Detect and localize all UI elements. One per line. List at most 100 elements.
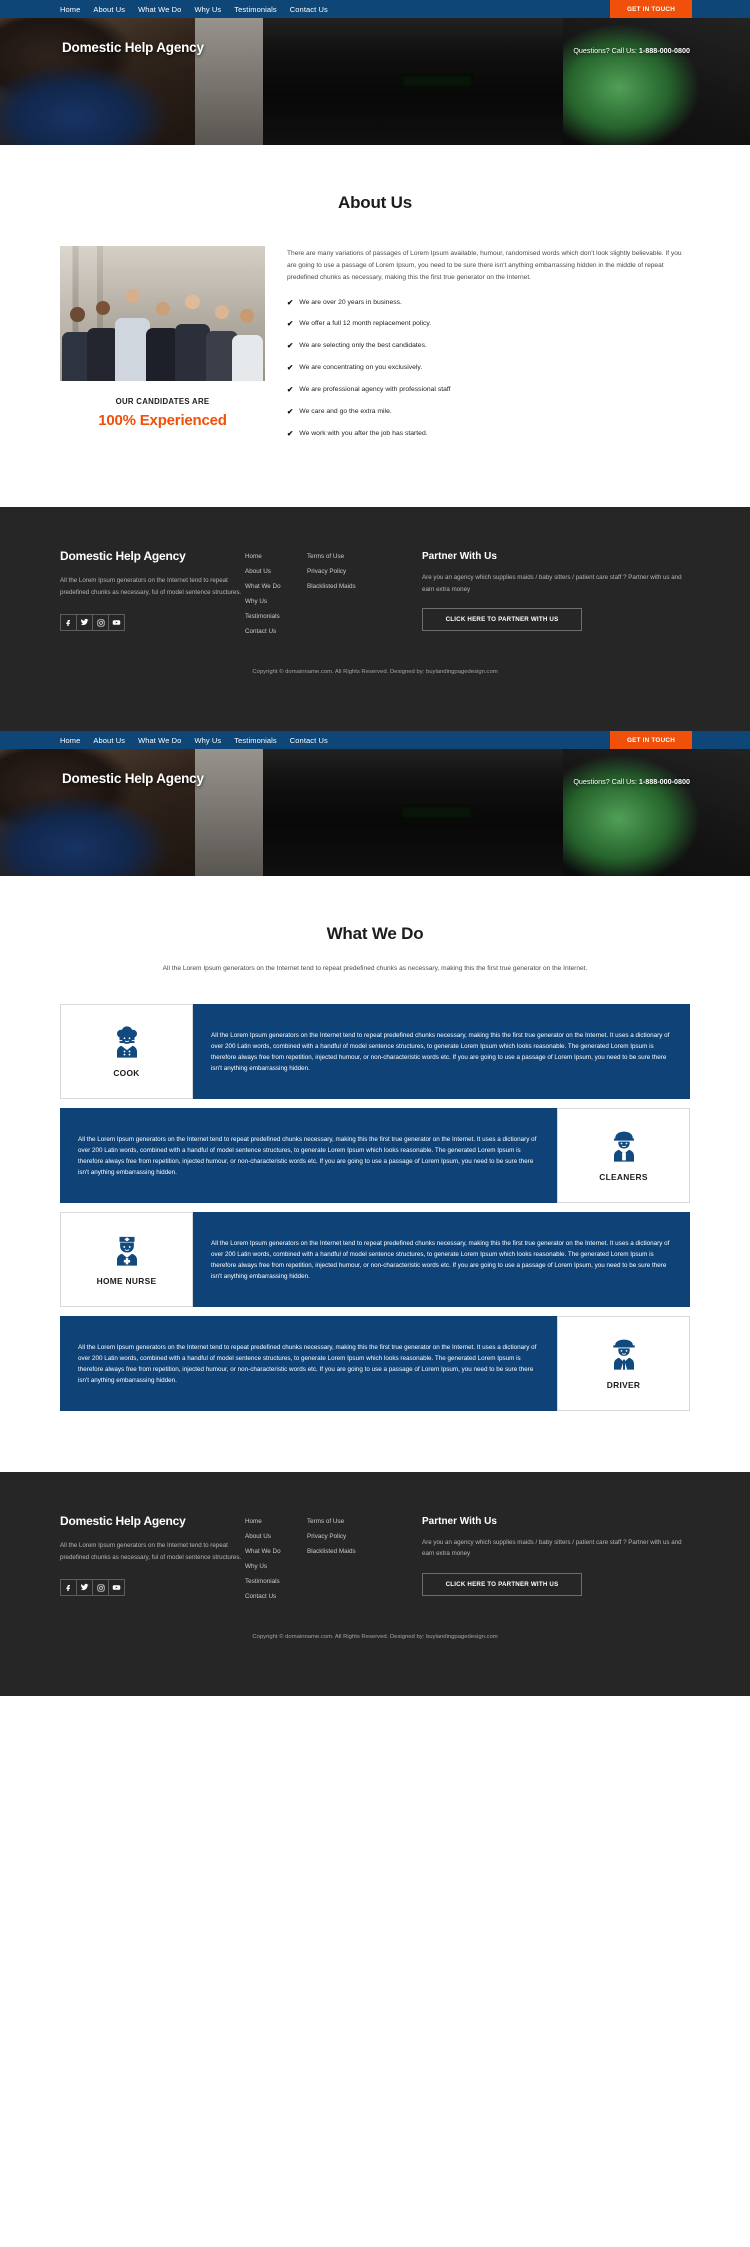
hero-overlay <box>0 18 750 145</box>
footer-partner-column-2: Partner With Us Are you an agency which … <box>412 1514 690 1596</box>
about-section: About Us OUR CANDIDATES ARE 100% Experie… <box>0 145 750 508</box>
footer-link-what-we-do[interactable]: What We Do <box>245 1548 307 1555</box>
about-bullet-list: ✔ We are over 20 years in business. ✔ We o… <box>287 299 690 439</box>
hero-phone-number[interactable]: 1-888-000-0800 <box>639 46 690 55</box>
list-item: ✔ We are selecting only the best candidat… <box>287 342 690 351</box>
footer-link-testimonials[interactable]: Testimonials <box>245 613 307 620</box>
nav-link-contact-us[interactable]: Contact Us <box>290 5 328 14</box>
youtube-icon[interactable] <box>108 614 125 632</box>
bullet-text: We are over 20 years in business. <box>299 298 402 306</box>
footer-copyright: Copyright © domainname.com. All Rights R… <box>252 669 498 676</box>
nav-link-home-2[interactable]: Home <box>60 736 80 745</box>
footer-link-home[interactable]: Home <box>245 1518 307 1525</box>
hero-phone-2: Questions? Call Us: 1-888-000-0800 <box>573 777 690 786</box>
about-caption-highlight: 100% Experienced <box>98 412 227 429</box>
check-icon: ✔ <box>287 319 294 329</box>
nav-link-about-us-2[interactable]: About Us <box>93 736 125 745</box>
service-label-cook: COOK <box>113 1068 140 1079</box>
footer-link-privacy-policy[interactable]: Privacy Policy <box>307 1533 412 1540</box>
about-title: About Us <box>338 193 412 212</box>
footer-link-contact-us[interactable]: Contact Us <box>245 628 307 635</box>
facebook-icon[interactable] <box>60 1579 77 1597</box>
twitter-icon[interactable] <box>76 1579 93 1597</box>
footer-partner-description: Are you an agency which supplies maids /… <box>422 574 682 593</box>
about-columns: OUR CANDIDATES ARE 100% Experienced Ther… <box>60 246 690 451</box>
team-photo-people <box>60 278 265 381</box>
service-label-driver: DRIVER <box>606 1380 641 1391</box>
get-in-touch-button-2[interactable]: GET IN TOUCH <box>610 731 692 750</box>
screen-two: Home About Us What We Do Why Us Testimon… <box>0 731 750 1697</box>
nav-link-home[interactable]: Home <box>60 5 80 14</box>
footer-link-blacklisted-maids[interactable]: Blacklisted Maids <box>307 583 412 590</box>
footer-link-about-us[interactable]: About Us <box>245 568 307 575</box>
list-item: ✔ We work with you after the job has star… <box>287 430 690 439</box>
chef-icon <box>112 1025 142 1059</box>
about-left-column: OUR CANDIDATES ARE 100% Experienced <box>60 246 265 429</box>
footer-columns-2: Domestic Help Agency All the Lorem Ipsum… <box>60 1514 690 1608</box>
hero-brand-title-2: Domestic Help Agency <box>62 771 204 787</box>
youtube-icon[interactable] <box>108 1579 125 1597</box>
footer-link-blacklisted-maids[interactable]: Blacklisted Maids <box>307 1548 412 1555</box>
top-navigation-bar-2: Home About Us What We Do Why Us Testimon… <box>0 731 750 750</box>
list-item: ✔ We are over 20 years in business. <box>287 299 690 308</box>
bullet-text: We are selecting only the best candidate… <box>299 342 427 350</box>
footer-partner-title-2: Partner With Us <box>422 1516 497 1528</box>
footer-link-privacy-policy[interactable]: Privacy Policy <box>307 568 412 575</box>
service-row-cleaners: All the Lorem Ipsum generators on the In… <box>60 1108 690 1204</box>
top-navigation-bar: Home About Us What We Do Why Us Testimon… <box>0 0 750 18</box>
person <box>115 288 151 381</box>
footer-brand-title: Domestic Help Agency <box>60 549 186 564</box>
instagram-icon[interactable] <box>92 1579 109 1597</box>
facebook-icon[interactable] <box>60 614 77 632</box>
partner-with-us-button[interactable]: CLICK HERE TO PARTNER WITH US <box>422 607 582 631</box>
twitter-icon[interactable] <box>76 614 93 632</box>
list-item: ✔ We offer a full 12 month replacement po… <box>287 320 690 329</box>
what-we-do-subtitle: All the Lorem Ipsum generators on the In… <box>162 965 588 973</box>
footer-copyright-2: Copyright © domainname.com. All Rights R… <box>252 1634 498 1641</box>
check-icon: ✔ <box>287 384 294 394</box>
hero-phone-label: Questions? Call Us: <box>573 46 639 55</box>
footer-link-testimonials[interactable]: Testimonials <box>245 1578 307 1585</box>
partner-with-us-button-2[interactable]: CLICK HERE TO PARTNER WITH US <box>422 1572 582 1596</box>
footer-link-about-us[interactable]: About Us <box>245 1533 307 1540</box>
footer-social-links-2 <box>60 1579 245 1597</box>
bullet-text: We work with you after the job has start… <box>299 429 428 437</box>
footer-link-why-us[interactable]: Why Us <box>245 598 307 605</box>
bullet-text: We offer a full 12 month replacement pol… <box>299 320 432 328</box>
footer-2: Domestic Help Agency All the Lorem Ipsum… <box>0 1472 750 1697</box>
get-in-touch-button[interactable]: GET IN TOUCH <box>610 0 692 18</box>
nav-link-about-us[interactable]: About Us <box>93 5 125 14</box>
footer-link-contact-us[interactable]: Contact Us <box>245 1593 307 1600</box>
service-label-home-nurse: HOME NURSE <box>96 1276 157 1287</box>
footer-link-terms-of-use[interactable]: Terms of Use <box>307 1518 412 1525</box>
instagram-icon[interactable] <box>92 614 109 632</box>
footer-spacer-2 <box>60 1640 690 1696</box>
hero-brand-title: Domestic Help Agency <box>62 40 204 55</box>
what-we-do-section: What We Do All the Lorem Ipsum generator… <box>0 876 750 1473</box>
nav-link-why-us-2[interactable]: Why Us <box>194 736 221 745</box>
hero-phone-number-2[interactable]: 1-888-000-0800 <box>639 777 690 786</box>
footer-link-what-we-do[interactable]: What We Do <box>245 583 307 590</box>
footer-partner-column: Partner With Us Are you an agency which … <box>412 549 690 631</box>
nurse-icon <box>112 1233 142 1267</box>
driver-icon <box>609 1337 639 1371</box>
check-icon: ✔ <box>287 363 294 373</box>
nav-link-why-us[interactable]: Why Us <box>194 5 221 14</box>
nav-link-testimonials-2[interactable]: Testimonials <box>234 736 276 745</box>
bullet-text: We are professional agency with professi… <box>299 385 451 393</box>
footer: Domestic Help Agency All the Lorem Ipsum… <box>0 507 750 732</box>
nav-link-what-we-do[interactable]: What We Do <box>138 5 181 14</box>
footer-brand-column: Domestic Help Agency All the Lorem Ipsum… <box>60 549 245 632</box>
footer-columns: Domestic Help Agency All the Lorem Ipsum… <box>60 549 690 643</box>
nav-link-testimonials[interactable]: Testimonials <box>234 5 276 14</box>
footer-link-terms-of-use[interactable]: Terms of Use <box>307 553 412 560</box>
nav-link-contact-us-2[interactable]: Contact Us <box>290 736 328 745</box>
team-photo <box>60 246 265 381</box>
bullet-text: We are concentrating on you exclusively. <box>299 364 423 372</box>
nav-link-what-we-do-2[interactable]: What We Do <box>138 736 181 745</box>
footer-link-why-us[interactable]: Why Us <box>245 1563 307 1570</box>
service-text-cleaners: All the Lorem Ipsum generators on the In… <box>60 1108 557 1204</box>
footer-links-column-2: Terms of Use Privacy Policy Blacklisted … <box>307 549 412 598</box>
footer-brand-column-2: Domestic Help Agency All the Lorem Ipsum… <box>60 1514 245 1597</box>
footer-link-home[interactable]: Home <box>245 553 307 560</box>
